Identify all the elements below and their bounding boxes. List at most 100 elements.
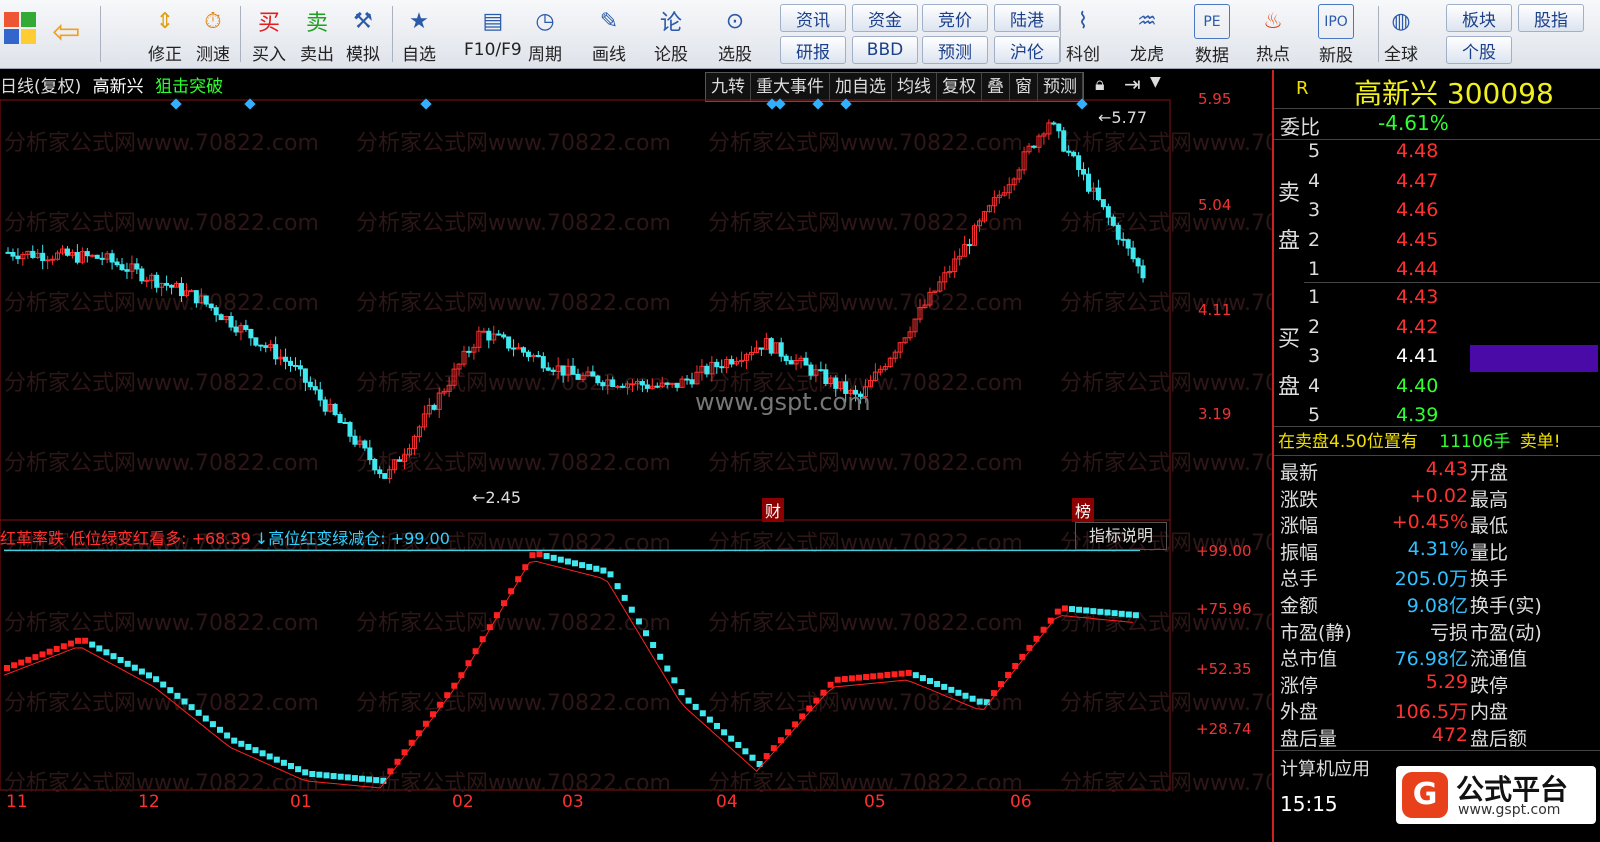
osc-bar (359, 775, 365, 782)
candle-body (372, 458, 378, 471)
indicator-explain-button[interactable]: 指标说明 (1075, 522, 1167, 550)
osc-bar (46, 648, 53, 655)
osc-bar (1054, 608, 1061, 615)
watermark-text: 分析家公式网www.70822.com (4, 611, 319, 636)
x-axis-label: 06 (1010, 792, 1032, 812)
osc-bar (124, 660, 131, 667)
candle-body (729, 359, 735, 365)
candle-body (620, 385, 626, 388)
osc-bar (302, 769, 309, 776)
osc-bar (557, 556, 564, 563)
stat-key: 盘后量 (1280, 728, 1338, 750)
candle-body (1100, 199, 1106, 208)
osc-bar (209, 721, 216, 728)
osc-bar (67, 640, 74, 647)
stat-key: 总手 (1280, 568, 1319, 591)
watermark-text: 分析家公式网www.70822.com (4, 451, 319, 476)
watermark-layer: 分析家公式网www.70822.com 分析家公式网www.70822.com 分析… (4, 131, 1375, 796)
event-mark-cai[interactable]: 财 (762, 498, 785, 522)
watermark-text: 分析家公式网www.70822.com (356, 771, 671, 796)
stat-key: 开盘 (1470, 462, 1509, 484)
osc-bar (635, 618, 642, 625)
candle-body (1081, 168, 1087, 175)
osc-bar (75, 637, 81, 644)
osc-bar (728, 735, 735, 742)
candle-body (1071, 151, 1077, 157)
candle-body (540, 356, 546, 369)
watermark-text: 分析家公式网www.70822.com (4, 211, 319, 236)
osc-bar (309, 771, 316, 778)
candle-body (169, 284, 175, 288)
candle-body (203, 295, 209, 305)
book-price: 4.42 (1396, 315, 1439, 338)
osc-bar (863, 674, 870, 681)
osc-bar (288, 762, 294, 769)
osc-bar (39, 651, 46, 658)
osc-bar (664, 665, 671, 672)
osc-bar (202, 715, 209, 722)
candle-body (575, 373, 581, 380)
osc-bar (934, 680, 941, 687)
candle-body (496, 333, 502, 336)
candle-body (253, 337, 259, 346)
osc-bar (53, 645, 60, 652)
osc-bar (117, 656, 124, 663)
candle-body (506, 336, 512, 349)
osc-bar (351, 775, 358, 782)
osc-bar (1125, 611, 1132, 618)
stat-key: 总市值 (1280, 648, 1338, 671)
watermark-text: 分析家公式网www.70822.com (356, 691, 671, 716)
osc-bar (671, 677, 678, 684)
osc-bar (912, 672, 919, 679)
candle-body (501, 334, 507, 338)
osc-bar (550, 554, 557, 561)
stat-key: 流通值 (1470, 648, 1528, 671)
candle-body (74, 252, 80, 263)
osc-bar (941, 683, 948, 690)
candle-body (193, 290, 199, 304)
watermark-text: 分析家公式网www.70822.com (708, 131, 1023, 156)
osc-bar (160, 681, 167, 688)
watermark-text: 分析家公式网www.70822.com (356, 291, 671, 316)
osc-bar (955, 689, 962, 696)
candle-body (481, 330, 487, 333)
candle-body (1031, 145, 1037, 148)
candle-body (1105, 206, 1111, 218)
event-mark-bang[interactable]: 榜 (1072, 498, 1095, 522)
osc-bar (749, 754, 756, 761)
candle-body (808, 364, 814, 376)
stat-key: 最低 (1470, 515, 1509, 538)
osc-bar (919, 675, 926, 682)
x-axis-label: 04 (716, 792, 738, 812)
candle-body (1066, 150, 1072, 153)
osc-bar (11, 662, 18, 669)
candle-body (511, 347, 517, 350)
candle-body (803, 357, 809, 366)
stat-value: 472 (1431, 724, 1468, 746)
price-label: 5.04 (1198, 196, 1232, 214)
candle-body (94, 254, 100, 259)
osc-bar (1132, 612, 1139, 619)
stat-key: 市盈(静) (1280, 621, 1352, 644)
candle-body (134, 263, 140, 270)
candle-body (64, 248, 70, 256)
book-level: 3 (1308, 199, 1321, 221)
candle-body (84, 251, 90, 257)
osc-bar (224, 732, 231, 739)
osc-bar (848, 675, 855, 682)
stat-key: 换手(实) (1470, 595, 1542, 617)
watermark-text: 分析家公式网www.70822.com (708, 531, 1023, 556)
candle-body (248, 328, 254, 339)
osc-bar (103, 649, 110, 656)
watermark-text: 分析家公式网www.70822.com (356, 371, 671, 396)
osc-bar (1104, 609, 1111, 616)
book-price: 4.44 (1396, 258, 1439, 280)
candle-body (114, 261, 120, 266)
price-label: 3.19 (1198, 405, 1232, 423)
candle-body (823, 369, 829, 385)
stat-value: +0.02 (1409, 484, 1468, 507)
watermark-text: 分析家公式网www.70822.com (708, 611, 1023, 636)
osc-bar (976, 698, 983, 705)
stat-key: 涨跌 (1280, 488, 1319, 511)
candle-body (1095, 187, 1101, 201)
